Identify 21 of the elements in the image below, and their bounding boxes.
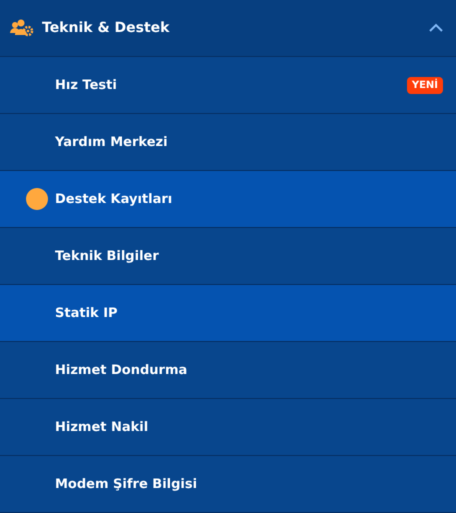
- users-gear-icon: [10, 19, 34, 37]
- menu-item[interactable]: Yardım Merkezi: [0, 114, 456, 171]
- menu-item-label: Destek Kayıtları: [55, 192, 174, 206]
- menu-item-label: Hizmet Nakil: [55, 420, 150, 434]
- menu-item[interactable]: Teknik Bilgiler: [0, 228, 456, 285]
- menu-item-label: Yardım Merkezi: [55, 134, 169, 150]
- menu-item-label: Statik IP: [55, 306, 119, 320]
- new-badge: YENİ: [406, 76, 443, 94]
- menu-item-label: Modem Şifre Bilgisi: [55, 476, 198, 492]
- menu-item[interactable]: Hizmet Dondurma: [0, 342, 456, 399]
- menu-item-label: Teknik Bilgiler: [55, 248, 160, 264]
- chevron-icon[interactable]: [428, 23, 444, 33]
- menu-item[interactable]: Hizmet Nakil: [0, 399, 456, 456]
- section-header[interactable]: Teknik & Destek: [0, 0, 456, 57]
- menu-item-label: Hız Testi: [55, 78, 118, 92]
- menu-item-label: Hizmet Dondurma: [55, 362, 188, 378]
- section-title: Teknik & Destek: [42, 20, 170, 36]
- menu-item[interactable]: Hız Testi YENİ: [0, 57, 456, 114]
- menu-item[interactable]: Statik IP: [0, 285, 456, 342]
- menu-item[interactable]: Modem Şifre Bilgisi: [0, 456, 456, 513]
- menu-item[interactable]: Destek Kayıtları: [0, 171, 456, 228]
